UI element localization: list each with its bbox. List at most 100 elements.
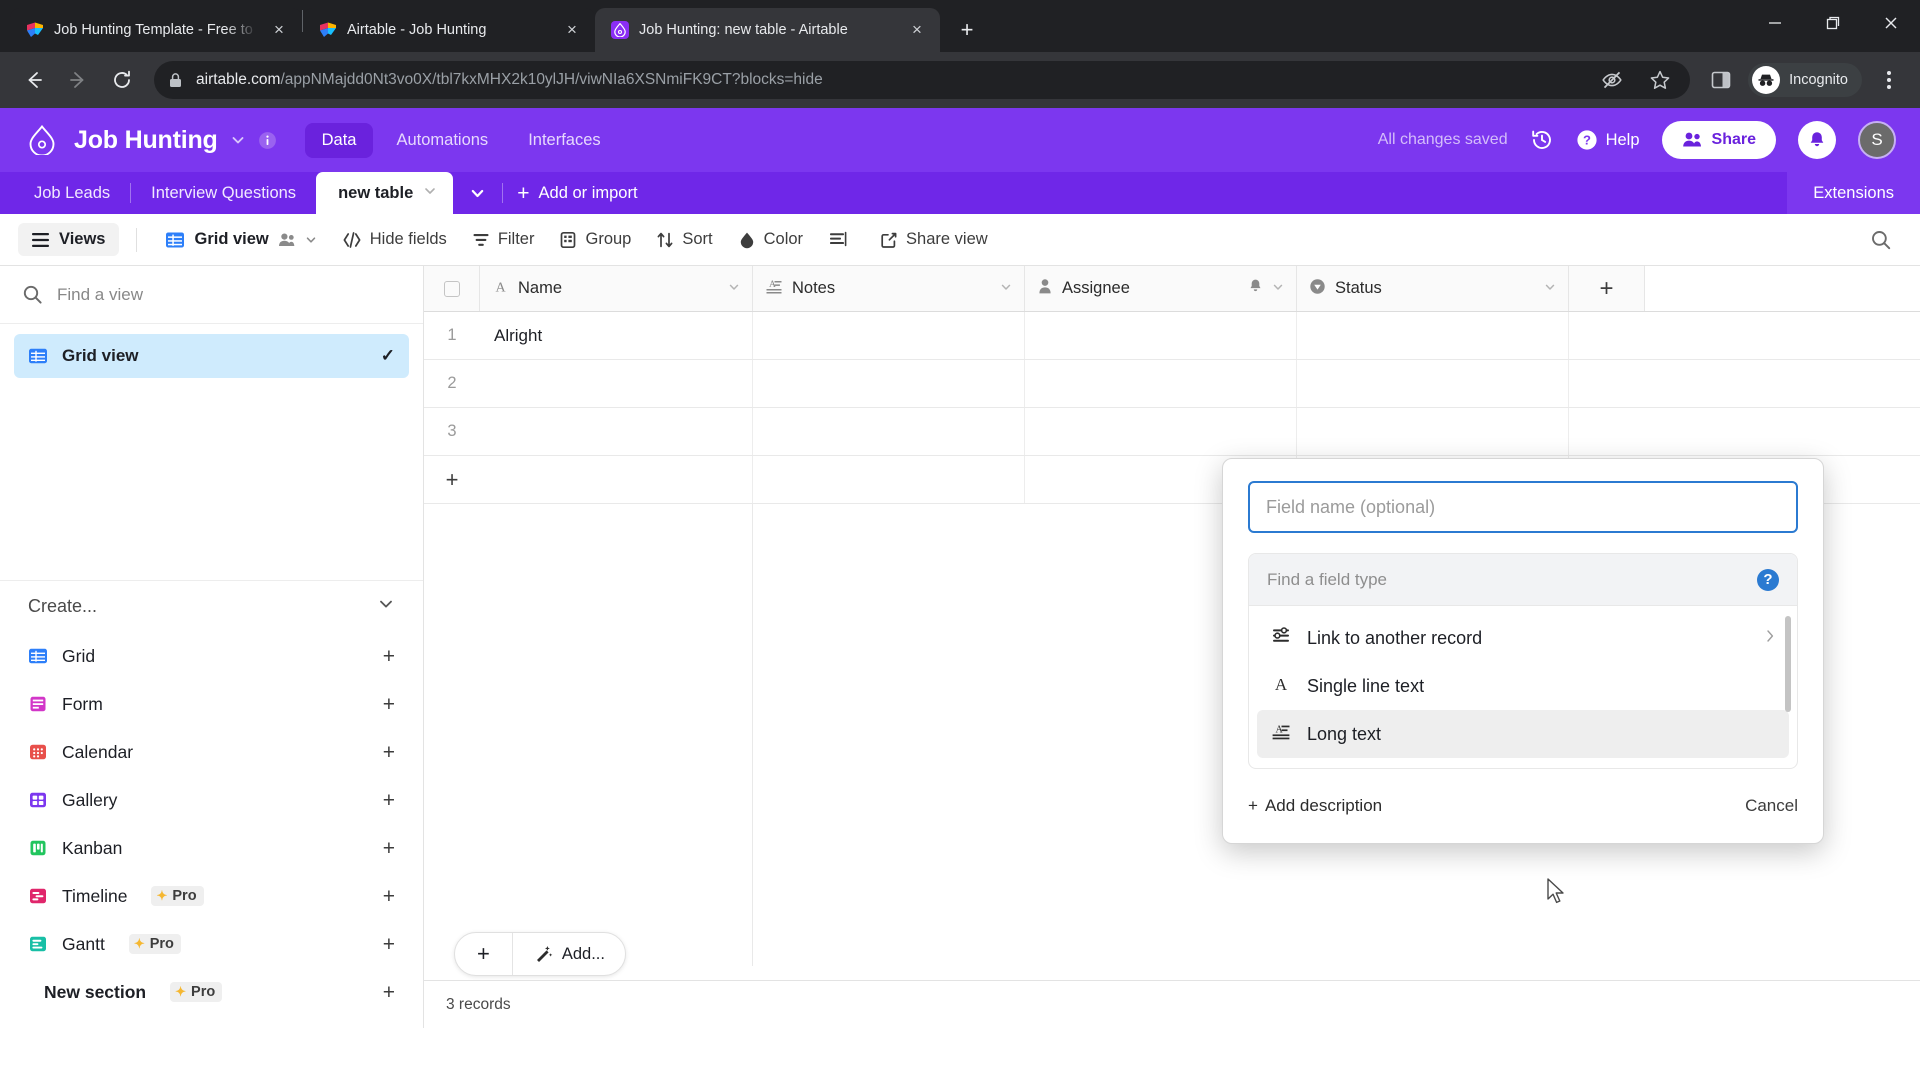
browser-tab-3[interactable]: Job Hunting: new table - Airtable × [595, 8, 940, 52]
field-type-link-to-another-record[interactable]: Link to another record [1257, 614, 1789, 662]
cell-status[interactable] [1297, 312, 1569, 359]
avatar[interactable]: S [1858, 121, 1896, 159]
chevron-down-icon[interactable] [728, 279, 740, 298]
hide-fields-button[interactable]: Hide fields [331, 223, 458, 256]
add-or-import-button[interactable]: + Add or import [503, 172, 651, 214]
sidebar-item-grid-view[interactable]: Grid view ✓ [14, 334, 409, 378]
column-header-status[interactable]: Status [1297, 266, 1569, 311]
close-icon[interactable]: × [268, 19, 290, 41]
all-tables-chevron-down-icon[interactable] [453, 172, 502, 214]
column-header-notes[interactable]: A Notes [753, 266, 1025, 311]
create-timeline-view[interactable]: Timeline ✦ Pro + [14, 872, 409, 920]
cell-assignee[interactable] [1025, 408, 1297, 455]
create-calendar-view[interactable]: Calendar + [14, 728, 409, 776]
extensions-button[interactable]: Extensions [1787, 172, 1920, 214]
history-icon[interactable] [1530, 128, 1554, 152]
field-type-scrollbar[interactable] [1785, 616, 1791, 712]
cell-assignee[interactable] [1025, 360, 1297, 407]
create-grid-view[interactable]: Grid + [14, 632, 409, 680]
cell-assignee[interactable] [1025, 312, 1297, 359]
views-button[interactable]: Views [18, 223, 120, 256]
close-icon[interactable] [1862, 0, 1920, 46]
add-kanban-view-button[interactable]: + [383, 838, 395, 859]
column-header-name[interactable]: A Name [480, 266, 753, 311]
column-header-assignee[interactable]: Assignee [1025, 266, 1297, 311]
new-tab-button[interactable]: + [950, 13, 984, 47]
filter-button[interactable]: Filter [461, 223, 546, 256]
chevron-right-icon[interactable] [1765, 629, 1775, 647]
chevron-down-icon[interactable] [230, 132, 246, 148]
table-row[interactable]: 1 Alright [424, 312, 1920, 360]
back-button[interactable] [14, 60, 54, 100]
nav-item-interfaces[interactable]: Interfaces [511, 123, 617, 158]
add-description-button[interactable]: + Add description [1248, 796, 1382, 816]
add-form-view-button[interactable]: + [383, 694, 395, 715]
cell-notes[interactable] [753, 408, 1025, 455]
find-view-input[interactable]: Find a view [0, 266, 423, 324]
close-icon[interactable]: × [561, 19, 583, 41]
create-gantt-view[interactable]: Gantt ✦ Pro + [14, 920, 409, 968]
cell-name[interactable] [480, 408, 753, 455]
share-button[interactable]: Share [1661, 121, 1776, 159]
create-section-header[interactable]: Create... [0, 580, 423, 632]
maximize-icon[interactable] [1804, 0, 1862, 46]
add-record-ai-button[interactable]: Add... [513, 933, 625, 975]
add-timeline-view-button[interactable]: + [383, 886, 395, 907]
field-type-single-line-text[interactable]: A Single line text [1257, 662, 1789, 710]
table-row[interactable]: 3 [424, 408, 1920, 456]
nav-item-data[interactable]: Data [304, 122, 374, 158]
help-circle-icon[interactable]: ? [1757, 568, 1779, 591]
current-view-button[interactable]: Grid view [154, 223, 327, 257]
address-bar[interactable]: airtable.com/appNMajdd0Nt3vo0X/tbl7kxMHX… [154, 61, 1691, 99]
side-panel-icon[interactable] [1702, 61, 1740, 99]
bell-icon[interactable] [1248, 278, 1263, 299]
eye-slash-icon[interactable] [1596, 64, 1628, 96]
chevron-down-icon[interactable] [423, 184, 437, 203]
chrome-menu-icon[interactable] [1872, 63, 1906, 97]
info-icon[interactable] [258, 131, 277, 150]
forward-button[interactable] [58, 60, 98, 100]
chevron-down-icon[interactable] [1000, 279, 1012, 298]
close-icon[interactable]: × [906, 19, 928, 41]
star-icon[interactable] [1644, 64, 1676, 96]
create-gallery-view[interactable]: Gallery + [14, 776, 409, 824]
search-icon[interactable] [1870, 229, 1902, 251]
add-grid-view-button[interactable]: + [383, 646, 395, 667]
add-row-plus-icon[interactable]: + [424, 456, 480, 503]
field-type-long-text[interactable]: A Long text [1257, 710, 1789, 758]
minimize-icon[interactable] [1746, 0, 1804, 46]
sort-button[interactable]: Sort [645, 223, 723, 256]
table-row[interactable]: 2 [424, 360, 1920, 408]
table-tab-new-table[interactable]: new table [316, 172, 454, 214]
group-button[interactable]: Group [548, 223, 642, 256]
cell-name[interactable] [480, 360, 753, 407]
table-tab-interview-questions[interactable]: Interview Questions [131, 172, 316, 214]
reload-button[interactable] [102, 60, 142, 100]
chevron-down-icon[interactable] [1544, 279, 1556, 298]
incognito-indicator[interactable]: Incognito [1748, 63, 1862, 97]
share-view-button[interactable]: Share view [869, 223, 999, 256]
browser-tab-2[interactable]: Airtable - Job Hunting × [303, 8, 595, 52]
create-form-view[interactable]: Form + [14, 680, 409, 728]
cell-name[interactable]: Alright [480, 312, 753, 359]
add-record-button[interactable]: + [455, 933, 512, 975]
cancel-button[interactable]: Cancel [1745, 796, 1798, 816]
nav-item-automations[interactable]: Automations [379, 123, 505, 158]
cell-status[interactable] [1297, 408, 1569, 455]
table-tab-job-leads[interactable]: Job Leads [14, 172, 130, 214]
field-name-input[interactable]: Field name (optional) [1248, 481, 1798, 533]
create-kanban-view[interactable]: Kanban + [14, 824, 409, 872]
bell-icon[interactable] [1798, 121, 1836, 159]
field-type-search-input[interactable]: Find a field type ? [1249, 554, 1797, 606]
add-gantt-view-button[interactable]: + [383, 934, 395, 955]
add-new-section-button[interactable]: + [383, 982, 395, 1003]
create-new-section[interactable]: New section ✦ Pro + [14, 968, 409, 1016]
add-gallery-view-button[interactable]: + [383, 790, 395, 811]
add-calendar-view-button[interactable]: + [383, 742, 395, 763]
chevron-down-icon[interactable] [1272, 279, 1284, 298]
cell-notes[interactable] [753, 360, 1025, 407]
cell-status[interactable] [1297, 360, 1569, 407]
browser-tab-1[interactable]: Job Hunting Template - Free to U × [10, 8, 302, 52]
cell-notes[interactable] [753, 312, 1025, 359]
add-field-button[interactable]: + [1569, 266, 1645, 311]
